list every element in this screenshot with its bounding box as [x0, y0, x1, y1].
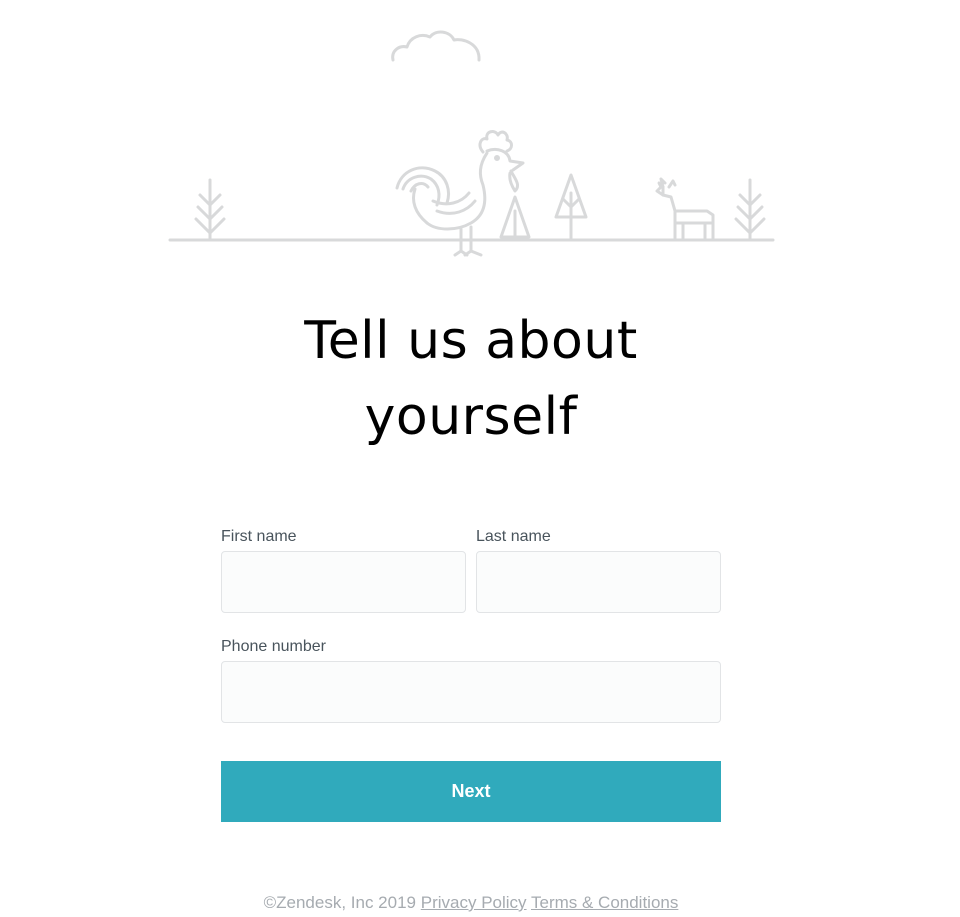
- next-button[interactable]: Next: [221, 761, 721, 822]
- first-name-label: First name: [221, 528, 297, 545]
- privacy-policy-link[interactable]: Privacy Policy: [421, 893, 527, 912]
- deer-icon: [655, 177, 715, 240]
- header-illustration: [165, 25, 777, 265]
- bare-tree-icon: [734, 178, 766, 240]
- first-name-input[interactable]: [221, 551, 466, 613]
- pine-tree-icon: [499, 195, 531, 239]
- page-title-line-2: yourself: [364, 387, 578, 447]
- phone-field: Phone number: [221, 637, 721, 723]
- footer: ©Zendesk, Inc 2019 Privacy Policy Terms …: [0, 891, 942, 915]
- page-title-line-1: Tell us about: [304, 311, 638, 371]
- pine-tree-icon: [554, 173, 588, 240]
- bare-tree-icon: [194, 178, 226, 240]
- cloud-icon: [391, 30, 481, 62]
- terms-conditions-link[interactable]: Terms & Conditions: [531, 893, 678, 912]
- last-name-label: Last name: [476, 528, 551, 545]
- name-row: First name Last name: [221, 527, 721, 613]
- profile-form: First name Last name Phone number Next: [221, 527, 721, 822]
- page-title: Tell us about yourself: [0, 303, 942, 455]
- copyright-text: ©Zendesk, Inc 2019: [263, 893, 417, 912]
- phone-label: Phone number: [221, 638, 326, 655]
- phone-input[interactable]: [221, 661, 721, 723]
- last-name-field: Last name: [476, 527, 721, 613]
- first-name-field: First name: [221, 527, 466, 613]
- last-name-input[interactable]: [476, 551, 721, 613]
